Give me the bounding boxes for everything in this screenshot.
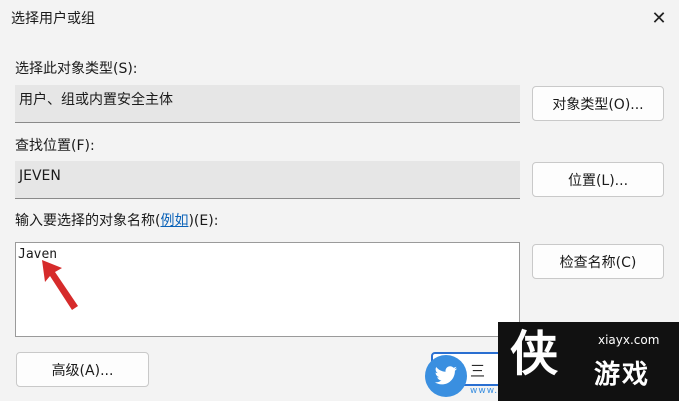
watermark-site-text: xiayx.com	[598, 333, 660, 347]
locations-button[interactable]: 位置(L)...	[532, 162, 664, 197]
close-icon: ✕	[651, 7, 667, 29]
locations-button-label: 位置(L)...	[567, 172, 629, 189]
object-names-label-suffix: )(E):	[188, 213, 219, 229]
red-arrow-annotation-icon	[42, 260, 78, 310]
window-title: 选择用户或组	[11, 11, 95, 27]
examples-link[interactable]: 例如	[160, 213, 188, 229]
location-label: 查找位置(F):	[15, 138, 95, 154]
object-type-value: 用户、组或内置安全主体	[19, 92, 173, 108]
object-names-input[interactable]: Javen	[15, 242, 520, 337]
close-button[interactable]: ✕	[645, 4, 673, 32]
location-field: JEVEN	[15, 161, 520, 199]
title-bar: 选择用户或组 ✕	[0, 0, 679, 36]
object-types-button-label: 对象类型(O)...	[552, 96, 644, 113]
twitter-bird-icon	[425, 355, 467, 397]
watermark-name-text: 游戏	[594, 360, 651, 390]
object-names-label-prefix: 输入要选择的对象名称(	[15, 213, 161, 229]
object-names-label: 输入要选择的对象名称(例如)(E):	[15, 210, 218, 230]
check-names-button[interactable]: 检查名称(C)	[532, 244, 664, 279]
check-names-button-label: 检查名称(C)	[559, 254, 637, 271]
object-type-field: 用户、组或内置安全主体	[15, 85, 520, 123]
object-type-label: 选择此对象类型(S):	[15, 61, 138, 77]
site-watermark: 侠 xiayx.com 游戏	[498, 322, 679, 401]
advanced-button[interactable]: 高级(A)...	[16, 352, 149, 387]
location-value: JEVEN	[19, 168, 61, 184]
watermark-logo-glyph: 侠	[510, 326, 559, 382]
advanced-button-label: 高级(A)...	[51, 362, 114, 379]
object-types-button[interactable]: 对象类型(O)...	[532, 86, 664, 121]
overlay-fragment-text: 三	[470, 362, 486, 380]
